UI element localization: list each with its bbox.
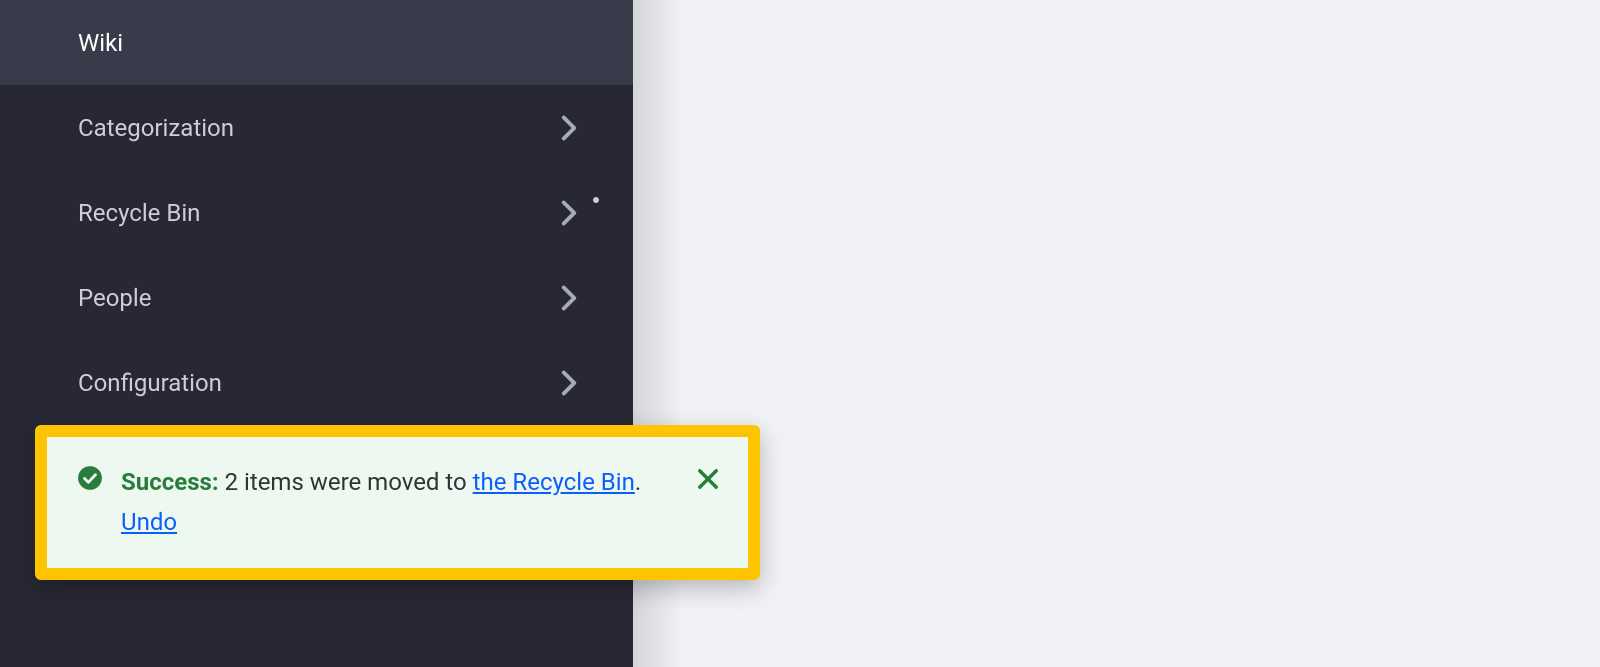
sidebar-item-label: Wiki: [78, 29, 581, 57]
recycle-bin-link[interactable]: the Recycle Bin: [473, 468, 635, 496]
sidebar-item-configuration[interactable]: Configuration: [0, 340, 633, 425]
sidebar-item-categorization[interactable]: Categorization: [0, 85, 633, 170]
sidebar-item-label: Categorization: [78, 114, 557, 142]
sidebar-item-label: Configuration: [78, 369, 557, 397]
sidebar-item-label: People: [78, 284, 557, 312]
chevron-right-icon: [557, 201, 581, 225]
toast-message: Success: 2 items were moved to the Recyc…: [121, 463, 676, 542]
notification-dot-icon: [593, 197, 599, 203]
toast-text: 2 items were moved to: [225, 468, 473, 496]
sidebar-item-recycle-bin[interactable]: Recycle Bin: [0, 170, 633, 255]
chevron-right-icon: [557, 371, 581, 395]
sidebar-item-people[interactable]: People: [0, 255, 633, 340]
chevron-right-icon: [557, 286, 581, 310]
success-toast: Success: 2 items were moved to the Recyc…: [35, 425, 760, 580]
sidebar-item-wiki[interactable]: Wiki: [0, 0, 633, 85]
close-button[interactable]: [694, 465, 722, 493]
toast-text: .: [635, 468, 641, 496]
check-circle-icon: [77, 465, 103, 491]
chevron-right-icon: [557, 116, 581, 140]
undo-link[interactable]: Undo: [121, 508, 177, 536]
toast-title: Success:: [121, 468, 219, 496]
sidebar-item-label: Recycle Bin: [78, 199, 557, 227]
